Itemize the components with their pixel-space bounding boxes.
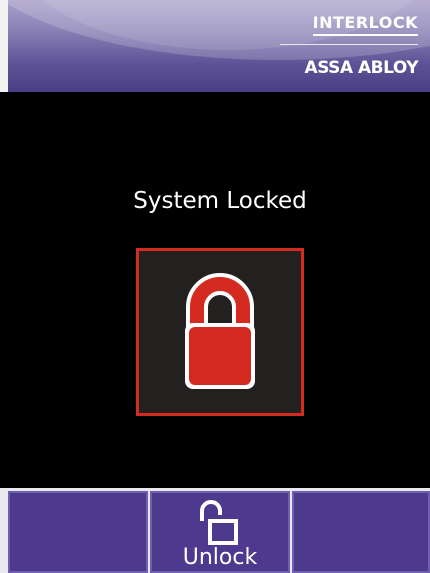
brand-logo-assa-abloy: ASSA ABLOY bbox=[304, 58, 419, 78]
unlock-button-label: Unlock bbox=[182, 545, 258, 570]
bottom-button-bar: Unlock bbox=[0, 488, 430, 573]
lock-status-tile bbox=[136, 248, 304, 416]
unlock-button[interactable]: Unlock bbox=[150, 491, 290, 573]
padlock-closed-icon bbox=[185, 273, 255, 389]
lock-screen: INTERLOCK ASSA ABLOY System Locked Unloc… bbox=[0, 0, 430, 573]
right-soft-button[interactable] bbox=[292, 491, 430, 573]
header-banner: INTERLOCK ASSA ABLOY bbox=[8, 0, 430, 92]
left-soft-button[interactable] bbox=[8, 491, 148, 573]
brand-logo-interlock: INTERLOCK bbox=[312, 14, 418, 36]
padlock-open-icon bbox=[200, 500, 238, 545]
brand-divider bbox=[280, 44, 418, 45]
header-edge bbox=[0, 0, 8, 92]
status-text: System Locked bbox=[133, 188, 307, 214]
